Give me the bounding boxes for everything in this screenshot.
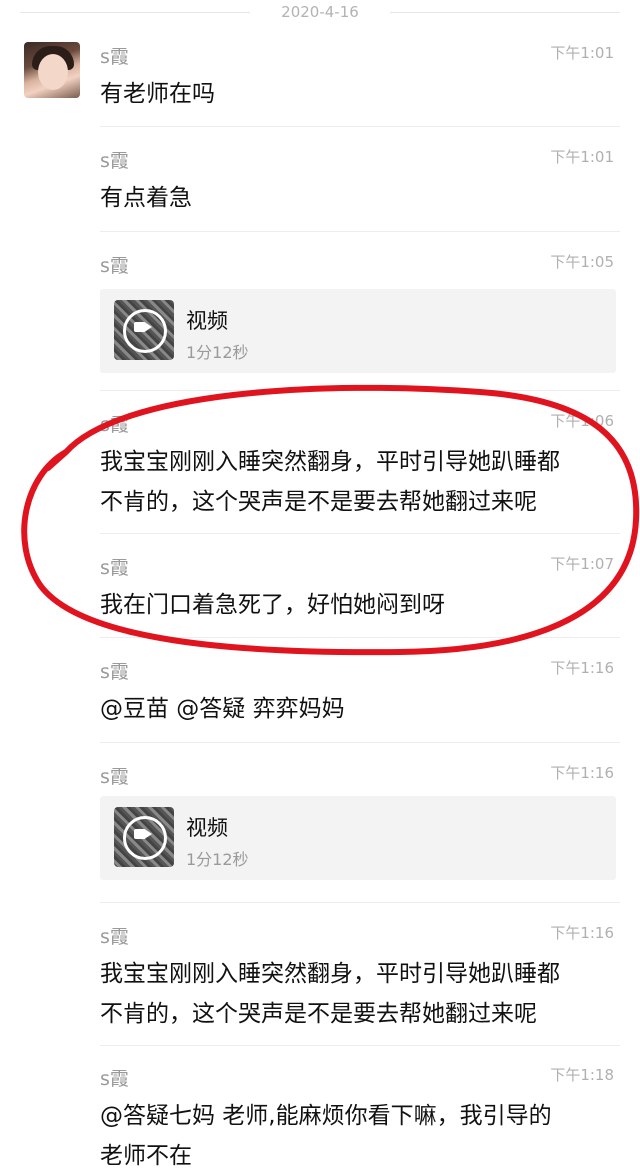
message-text[interactable]: @豆苗 @答疑 弈弈妈妈 <box>100 689 610 729</box>
divider-line <box>390 12 620 13</box>
message-separator <box>100 742 620 743</box>
sender-name[interactable]: s霞 <box>100 410 129 437</box>
message-separator <box>100 533 620 534</box>
message-time: 下午1:01 <box>550 148 614 166</box>
message-separator <box>100 126 620 127</box>
message-item: s霞 下午1:07 我在门口着急死了，好怕她闷到呀 <box>100 553 618 633</box>
divider-line <box>20 12 250 13</box>
message-time: 下午1:01 <box>550 44 614 62</box>
message-item: s霞 下午1:16 我宝宝刚刚入睡突然翻身，平时引导她趴睡都 不肯的，这个哭声是… <box>100 922 618 1042</box>
message-item: s霞 下午1:06 我宝宝刚刚入睡突然翻身，平时引导她趴睡都 不肯的，这个哭声是… <box>100 410 618 530</box>
camera-icon <box>134 322 146 332</box>
sender-name[interactable]: s霞 <box>100 42 129 69</box>
message-text[interactable]: 有点着急 <box>100 178 610 218</box>
video-thumbnail[interactable] <box>114 300 174 360</box>
message-time: 下午1:16 <box>550 924 614 942</box>
message-text[interactable]: 我宝宝刚刚入睡突然翻身，平时引导她趴睡都 不肯的，这个哭声是不是要去帮她翻过来呢 <box>100 954 610 1034</box>
message-time: 下午1:16 <box>550 659 614 677</box>
sender-name[interactable]: s霞 <box>100 762 129 789</box>
video-message-card[interactable]: 视频 1分12秒 <box>100 289 616 373</box>
sender-name[interactable]: s霞 <box>100 146 129 173</box>
video-duration: 1分12秒 <box>186 343 249 362</box>
message-item: s霞 下午1:18 @答疑七妈 老师,能麻烦你看下嘛，我引导的 老师不在 <box>100 1064 618 1170</box>
message-item: s霞 下午1:16 视频 1分12秒 <box>100 762 618 892</box>
message-separator <box>100 1045 620 1046</box>
message-item: s霞 下午1:01 有老师在吗 <box>100 42 618 122</box>
video-message-card[interactable]: 视频 1分12秒 <box>100 796 616 880</box>
message-time: 下午1:05 <box>550 253 614 271</box>
camera-icon <box>134 829 146 839</box>
message-item: s霞 下午1:16 @豆苗 @答疑 弈弈妈妈 <box>100 657 618 737</box>
message-item: s霞 下午1:05 视频 1分12秒 <box>100 251 618 381</box>
video-thumbnail[interactable] <box>114 807 174 867</box>
message-text[interactable]: 有老师在吗 <box>100 74 610 114</box>
message-separator <box>100 390 620 391</box>
message-item: s霞 下午1:01 有点着急 <box>100 146 618 226</box>
video-title: 视频 <box>186 309 228 333</box>
message-separator <box>100 231 620 232</box>
sender-name[interactable]: s霞 <box>100 922 129 949</box>
sender-name[interactable]: s霞 <box>100 251 129 278</box>
message-time: 下午1:07 <box>550 555 614 573</box>
video-title: 视频 <box>186 816 228 840</box>
message-text[interactable]: 我宝宝刚刚入睡突然翻身，平时引导她趴睡都 不肯的，这个哭声是不是要去帮她翻过来呢 <box>100 442 610 522</box>
sender-avatar[interactable] <box>24 42 80 98</box>
message-time: 下午1:18 <box>550 1066 614 1084</box>
message-text[interactable]: @答疑七妈 老师,能麻烦你看下嘛，我引导的 老师不在 <box>100 1096 610 1176</box>
video-duration: 1分12秒 <box>186 850 249 869</box>
message-text[interactable]: 我在门口着急死了，好怕她闷到呀 <box>100 585 610 625</box>
message-separator <box>100 637 620 638</box>
date-label: 2020-4-16 <box>281 3 359 21</box>
message-time: 下午1:16 <box>550 764 614 782</box>
message-separator <box>100 902 620 903</box>
sender-name[interactable]: s霞 <box>100 553 129 580</box>
date-divider: 2020-4-16 <box>0 0 640 26</box>
sender-name[interactable]: s霞 <box>100 657 129 684</box>
message-time: 下午1:06 <box>550 412 614 430</box>
sender-name[interactable]: s霞 <box>100 1064 129 1091</box>
